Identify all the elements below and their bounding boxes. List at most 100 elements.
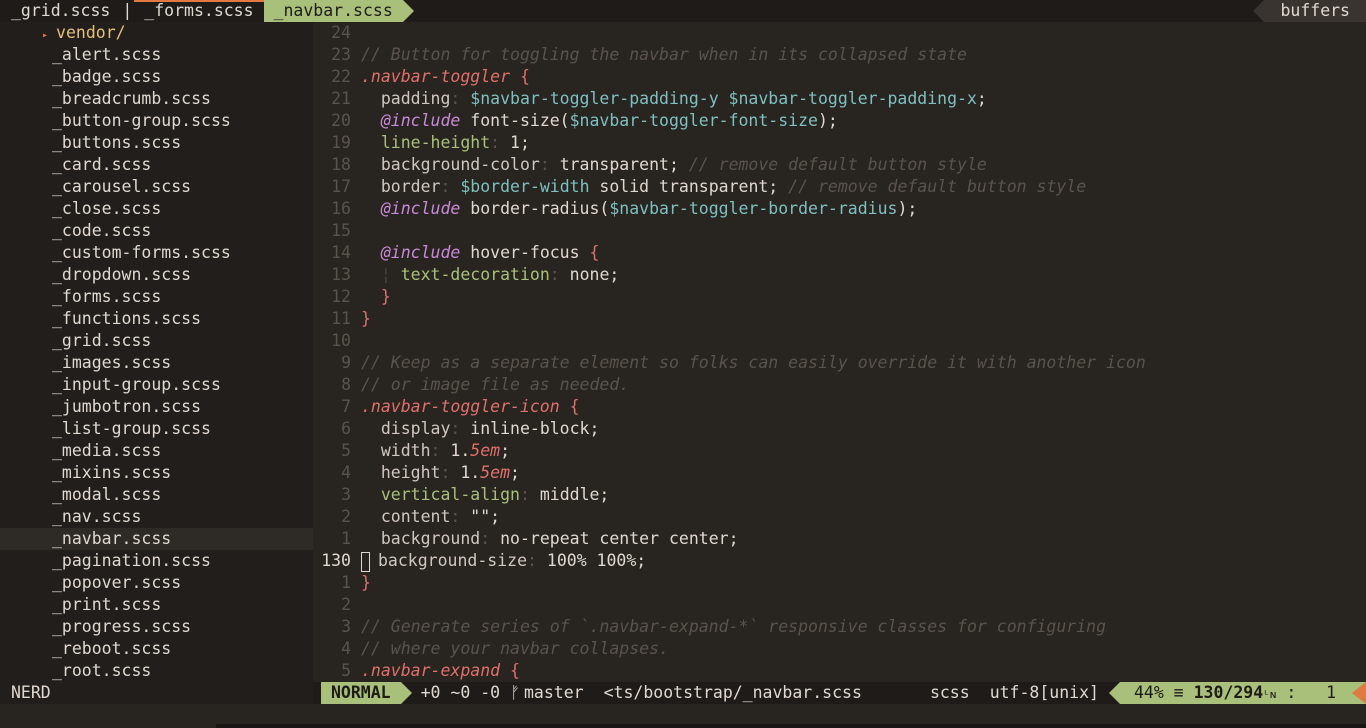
code-line[interactable]: 2 — [313, 594, 1366, 616]
tree-file-item[interactable]: _list-group.scss — [0, 418, 313, 440]
code-line[interactable]: 16 @include border-radius($navbar-toggle… — [313, 198, 1366, 220]
line-number: 4 — [341, 463, 351, 482]
line-number: 2 — [341, 507, 351, 526]
branch-icon: ᚠ — [510, 683, 520, 702]
chevron-right-icon: ▸ — [42, 30, 49, 41]
tab-forms[interactable]: _forms.scss — [134, 0, 264, 22]
tree-file-item[interactable]: _alert.scss — [0, 44, 313, 66]
tree-file-item[interactable]: _custom-forms.scss — [0, 242, 313, 264]
line-number: 16 — [331, 199, 351, 218]
line-number: 22 — [331, 67, 351, 86]
code-line[interactable]: 21 padding: $navbar-toggler-padding-y $n… — [313, 88, 1366, 110]
tree-file-item[interactable]: _card.scss — [0, 154, 313, 176]
tree-file-item[interactable]: _functions.scss — [0, 308, 313, 330]
code-line[interactable]: 10 — [313, 330, 1366, 352]
tree-file-item[interactable]: _popover.scss — [0, 572, 313, 594]
line-number: 9 — [341, 353, 351, 372]
code-line[interactable]: 3// Generate series of `.navbar-expand-*… — [313, 616, 1366, 638]
tree-status-label: NERD — [0, 682, 313, 704]
code-line[interactable]: 14 @include hover-focus { — [313, 242, 1366, 264]
mode-indicator: NORMAL — [321, 682, 412, 704]
tree-file-item[interactable]: _code.scss — [0, 220, 313, 242]
tree-file-item[interactable]: _close.scss — [0, 198, 313, 220]
git-branch: master — [524, 683, 584, 702]
code-line[interactable]: 11} — [313, 308, 1366, 330]
code-line[interactable]: 17 border: $border-width solid transpare… — [313, 176, 1366, 198]
code-line[interactable]: 9// Keep as a separate element so folks … — [313, 352, 1366, 374]
line-position: 130/294 — [1193, 683, 1264, 702]
editor-pane[interactable]: 24 23// Button for toggling the navbar wh… — [313, 22, 1366, 682]
code-line[interactable]: 24 — [313, 22, 1366, 44]
code-line[interactable]: 4 height: 1.5em; — [313, 462, 1366, 484]
code-line[interactable]: 12 } — [313, 286, 1366, 308]
code-line[interactable]: 23// Button for toggling the navbar when… — [313, 44, 1366, 66]
tree-file-item[interactable]: _reboot.scss — [0, 638, 313, 660]
eq-icon: ≡ — [1173, 683, 1184, 702]
code-line[interactable]: 8// or image file as needed. — [313, 374, 1366, 396]
code-line[interactable]: 1} — [313, 572, 1366, 594]
tree-file-item[interactable]: _dropdown.scss — [0, 264, 313, 286]
line-number: 5 — [341, 661, 351, 680]
code-line[interactable]: 19 line-height: 1; — [313, 132, 1366, 154]
line-number: 13 — [331, 265, 351, 284]
filetype: scss — [929, 683, 970, 702]
file-tree[interactable]: ▸ vendor/ _alert.scss _badge.scss _breadcrum… — [0, 22, 313, 682]
text-cursor — [361, 551, 370, 572]
line-number: 19 — [331, 133, 351, 152]
buffers-label[interactable]: buffers — [1253, 0, 1366, 22]
code-line[interactable]: 13 ¦ text-decoration: none; — [313, 264, 1366, 286]
tree-file-item[interactable]: _grid.scss — [0, 330, 313, 352]
tab-navbar[interactable]: _navbar.scss — [263, 0, 415, 22]
line-number: 2 — [341, 595, 351, 614]
tree-file-item[interactable]: _mixins.scss — [0, 462, 313, 484]
line-number: 1 — [341, 529, 351, 548]
tree-file-item[interactable]: _breadcrumb.scss — [0, 88, 313, 110]
code-line[interactable]: 130 background-size: 100% 100%; — [313, 550, 1366, 572]
tree-file-item[interactable]: _buttons.scss — [0, 132, 313, 154]
line-number: 17 — [331, 177, 351, 196]
warning-indicator — [1346, 682, 1366, 704]
folder-label: vendor/ — [56, 23, 126, 42]
line-number: 3 — [341, 617, 351, 636]
statusline: NERD NORMAL +0 ~0 -0 ᚠ master <ts/bootst… — [0, 682, 1366, 704]
tree-file-item[interactable]: _carousel.scss — [0, 176, 313, 198]
tree-file-item[interactable]: _badge.scss — [0, 66, 313, 88]
code-line[interactable]: 6 display: inline-block; — [313, 418, 1366, 440]
tree-file-item[interactable]: _root.scss — [0, 660, 313, 682]
code-line[interactable]: 7 .navbar-toggler-icon { — [313, 396, 1366, 418]
code-line[interactable]: 22 .navbar-toggler { — [313, 66, 1366, 88]
code-line[interactable]: 1 background: no-repeat center center; — [313, 528, 1366, 550]
line-number: 5 — [341, 441, 351, 460]
line-number: 23 — [331, 45, 351, 64]
tree-file-item[interactable]: _forms.scss — [0, 286, 313, 308]
tree-file-item[interactable]: _nav.scss — [0, 506, 313, 528]
tree-folder-vendor[interactable]: ▸ vendor/ — [0, 22, 313, 44]
tree-file-item[interactable]: _button-group.scss — [0, 110, 313, 132]
tree-file-item[interactable]: _print.scss — [0, 594, 313, 616]
code-line[interactable]: 18 background-color: transparent; // rem… — [313, 154, 1366, 176]
tree-file-item[interactable]: _input-group.scss — [0, 374, 313, 396]
code-line[interactable]: 15 — [313, 220, 1366, 242]
tree-file-item[interactable]: _navbar.scss — [0, 528, 313, 550]
tab-separator: | — [122, 1, 133, 20]
tree-file-item[interactable]: _jumbotron.scss — [0, 396, 313, 418]
tree-file-item[interactable]: _pagination.scss — [0, 550, 313, 572]
git-stats: +0 ~0 -0 — [420, 683, 501, 702]
code-line[interactable]: 20 @include font-size($navbar-toggler-fo… — [313, 110, 1366, 132]
code-line[interactable]: 5 width: 1.5em; — [313, 440, 1366, 462]
tab-grid[interactable]: _grid.scss — [0, 0, 120, 22]
tree-file-item[interactable]: _modal.scss — [0, 484, 313, 506]
encoding: utf-8[unix] — [989, 683, 1099, 702]
tree-file-item[interactable]: _images.scss — [0, 352, 313, 374]
line-number: 15 — [331, 221, 351, 240]
line-number: 3 — [341, 485, 351, 504]
command-line[interactable] — [0, 704, 1366, 728]
tree-file-item[interactable]: _progress.scss — [0, 616, 313, 638]
line-number: 20 — [331, 111, 351, 130]
line-number: 21 — [331, 89, 351, 108]
code-line[interactable]: 5 .navbar-expand { — [313, 660, 1366, 682]
code-line[interactable]: 2 content: ""; — [313, 506, 1366, 528]
code-line[interactable]: 3 vertical-align: middle; — [313, 484, 1366, 506]
code-line[interactable]: 4// where your navbar collapses. — [313, 638, 1366, 660]
tree-file-item[interactable]: _media.scss — [0, 440, 313, 462]
